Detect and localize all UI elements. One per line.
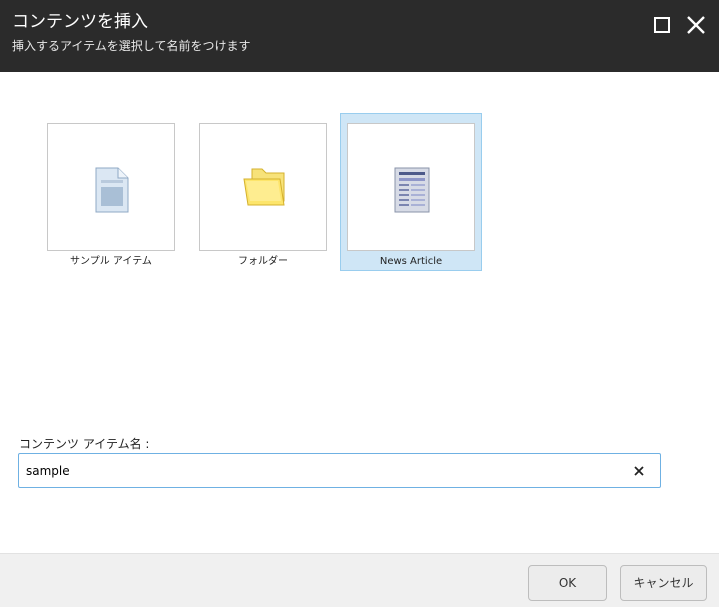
template-thumbnail bbox=[347, 123, 475, 251]
close-button[interactable] bbox=[685, 14, 707, 36]
news-article-icon bbox=[394, 167, 430, 213]
dialog-subtitle: 挿入するアイテムを選択して名前をつけます bbox=[12, 39, 251, 53]
dialog-footer: OK キャンセル bbox=[0, 553, 719, 607]
template-tile-news-article[interactable]: News Article bbox=[340, 113, 482, 271]
template-label: サンプル アイテム bbox=[70, 256, 152, 267]
clear-input-button[interactable] bbox=[631, 463, 647, 479]
cancel-button[interactable]: キャンセル bbox=[620, 565, 707, 601]
template-tile-sample-item[interactable]: サンプル アイテム bbox=[40, 113, 182, 271]
item-name-input[interactable] bbox=[26, 454, 616, 487]
folder-icon bbox=[243, 168, 285, 206]
template-label: フォルダー bbox=[238, 256, 288, 267]
dialog-header: コンテンツを挿入 挿入するアイテムを選択して名前をつけます bbox=[0, 0, 719, 72]
maximize-button[interactable] bbox=[651, 14, 673, 36]
maximize-icon bbox=[654, 17, 670, 33]
template-tile-folder[interactable]: フォルダー bbox=[192, 113, 334, 271]
close-icon bbox=[687, 16, 705, 34]
dialog-title: コンテンツを挿入 bbox=[12, 12, 148, 32]
ok-button[interactable]: OK bbox=[528, 565, 607, 601]
item-name-label: コンテンツ アイテム名 : bbox=[19, 437, 150, 451]
item-name-field bbox=[18, 453, 661, 488]
clear-icon bbox=[634, 466, 644, 476]
template-thumbnail bbox=[47, 123, 175, 251]
template-thumbnail bbox=[199, 123, 327, 251]
document-icon bbox=[95, 167, 129, 213]
template-label: News Article bbox=[379, 256, 443, 267]
